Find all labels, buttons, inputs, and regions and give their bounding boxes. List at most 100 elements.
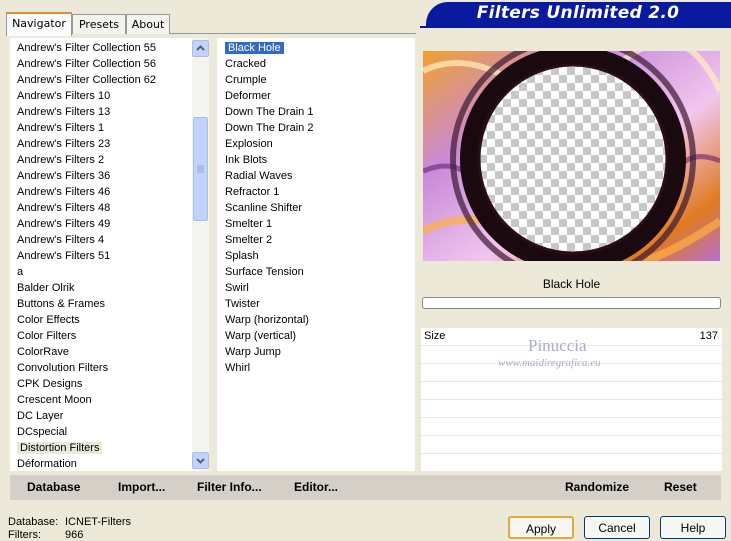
category-item[interactable]: Color Filters — [17, 328, 76, 344]
database-button[interactable]: Database — [27, 480, 80, 494]
param-row-empty — [421, 436, 722, 454]
category-item[interactable]: Color Effects — [17, 312, 80, 328]
category-item[interactable]: Balder Olrik — [17, 280, 74, 296]
scroll-down-button[interactable] — [192, 452, 209, 469]
category-item[interactable]: Déformation — [17, 456, 77, 472]
preview-filter-name: Black Hole — [422, 274, 721, 294]
item-label: Radial Waves — [225, 170, 293, 182]
filter-item[interactable]: Swirl — [225, 280, 249, 296]
category-item[interactable]: Convolution Filters — [17, 360, 108, 376]
apply-button[interactable]: Apply — [508, 516, 574, 539]
tab-navigator[interactable]: Navigator — [6, 12, 72, 36]
item-label: Andrew's Filters 36 — [17, 170, 111, 182]
item-label: Deformer — [225, 90, 271, 102]
item-label: Down The Drain 1 — [225, 106, 314, 118]
filter-item[interactable]: Down The Drain 2 — [225, 120, 313, 136]
status-database-label: Database: — [8, 516, 59, 528]
item-label: Twister — [225, 298, 260, 310]
filter-item[interactable]: Scanline Shifter — [225, 200, 302, 216]
category-item[interactable]: Andrew's Filters 36 — [17, 168, 110, 184]
filter-list[interactable]: Black Hole Cracked Crumple Deformer Down The… — [217, 38, 415, 471]
tab-about[interactable]: About — [126, 14, 170, 34]
category-item[interactable]: Andrew's Filters 10 — [17, 88, 110, 104]
category-item[interactable]: Andrew's Filters 2 — [17, 152, 104, 168]
cancel-button[interactable]: Cancel — [584, 516, 650, 539]
category-item[interactable]: CPK Designs — [17, 376, 82, 392]
item-label: Splash — [225, 250, 259, 262]
filter-item[interactable]: Deformer — [225, 88, 271, 104]
category-list[interactable]: Andrew's Filter Collection 55 Andrew's Fi… — [10, 38, 192, 471]
item-label: Andrew's Filter Collection 62 — [17, 74, 157, 86]
reset-button[interactable]: Reset — [664, 480, 697, 494]
scroll-up-button[interactable] — [192, 40, 209, 57]
filter-item[interactable]: Smelter 2 — [225, 232, 272, 248]
category-item[interactable]: Andrew's Filter Collection 62 — [17, 72, 156, 88]
filter-item[interactable]: Ink Blots — [225, 152, 267, 168]
chevron-up-icon — [196, 45, 205, 51]
item-label: ColorRave — [17, 346, 69, 358]
item-label: Andrew's Filters 49 — [17, 218, 111, 230]
scroll-thumb[interactable] — [193, 117, 208, 221]
category-item[interactable]: Andrew's Filters 1 — [17, 120, 104, 136]
category-item[interactable]: DCspecial — [17, 424, 67, 440]
category-item[interactable]: Distortion Filters — [17, 440, 103, 456]
item-label: Crescent Moon — [17, 394, 92, 406]
tab-presets[interactable]: Presets — [72, 14, 126, 34]
category-scrollbar[interactable] — [192, 38, 209, 471]
item-label: Swirl — [225, 282, 249, 294]
filter-item[interactable]: Twister — [225, 296, 260, 312]
watermark-name: Pinuccia — [528, 336, 587, 355]
randomize-button[interactable]: Randomize — [565, 480, 629, 494]
filter-item[interactable]: Surface Tension — [225, 264, 304, 280]
filter-item[interactable]: Splash — [225, 248, 259, 264]
preview-image — [423, 51, 720, 261]
filter-item[interactable]: Warp (vertical) — [225, 328, 296, 344]
category-item[interactable]: Andrew's Filters 48 — [17, 200, 110, 216]
category-item[interactable]: Andrew's Filter Collection 56 — [17, 56, 156, 72]
filter-item[interactable]: Cracked — [225, 56, 266, 72]
item-label: Crumple — [225, 74, 267, 86]
category-item[interactable]: Buttons & Frames — [17, 296, 105, 312]
filter-item[interactable]: Black Hole — [225, 40, 284, 56]
status-filters-label: Filters: — [8, 529, 41, 541]
category-item[interactable]: Andrew's Filters 49 — [17, 216, 110, 232]
chevron-down-icon — [196, 458, 205, 464]
filter-item[interactable]: Down The Drain 1 — [225, 104, 313, 120]
filter-item[interactable]: Smelter 1 — [225, 216, 272, 232]
item-label: a — [17, 266, 24, 278]
item-label: Andrew's Filters 48 — [17, 202, 111, 214]
item-label: Surface Tension — [225, 266, 304, 278]
filter-item[interactable]: Explosion — [225, 136, 273, 152]
filter-item[interactable]: Warp Jump — [225, 344, 281, 360]
category-item[interactable]: Andrew's Filters 13 — [17, 104, 110, 120]
category-item[interactable]: Crescent Moon — [17, 392, 92, 408]
category-item[interactable]: ColorRave — [17, 344, 69, 360]
category-item[interactable]: Andrew's Filters 46 — [17, 184, 110, 200]
item-label: Warp (vertical) — [225, 330, 297, 342]
filter-item[interactable]: Warp (horizontal) — [225, 312, 309, 328]
item-label: Andrew's Filters 13 — [17, 106, 111, 118]
item-label: Scanline Shifter — [225, 202, 303, 214]
param-label: Size — [424, 330, 446, 342]
import-button[interactable]: Import... — [118, 480, 165, 494]
category-item[interactable]: Andrew's Filters 51 — [17, 248, 110, 264]
filter-item[interactable]: Crumple — [225, 72, 267, 88]
filter-item[interactable]: Refractor 1 — [225, 184, 279, 200]
category-item[interactable]: a — [17, 264, 23, 280]
category-item[interactable]: Andrew's Filters 4 — [17, 232, 104, 248]
item-label: Andrew's Filters 4 — [17, 234, 105, 246]
filter-item[interactable]: Radial Waves — [225, 168, 292, 184]
item-label: Color Effects — [17, 314, 80, 326]
item-label: Down The Drain 2 — [225, 122, 314, 134]
filter-item[interactable]: Whirl — [225, 360, 250, 376]
item-label: Andrew's Filters 2 — [17, 154, 105, 166]
item-label: DC Layer — [17, 410, 64, 422]
category-item[interactable]: DC Layer — [17, 408, 63, 424]
editor-button[interactable]: Editor... — [294, 480, 338, 494]
item-label: Andrew's Filters 1 — [17, 122, 105, 134]
filter-info-button[interactable]: Filter Info... — [197, 480, 262, 494]
category-item[interactable]: Andrew's Filter Collection 55 — [17, 40, 156, 56]
help-button[interactable]: Help — [660, 516, 726, 539]
item-label: Refractor 1 — [225, 186, 280, 198]
category-item[interactable]: Andrew's Filters 23 — [17, 136, 110, 152]
